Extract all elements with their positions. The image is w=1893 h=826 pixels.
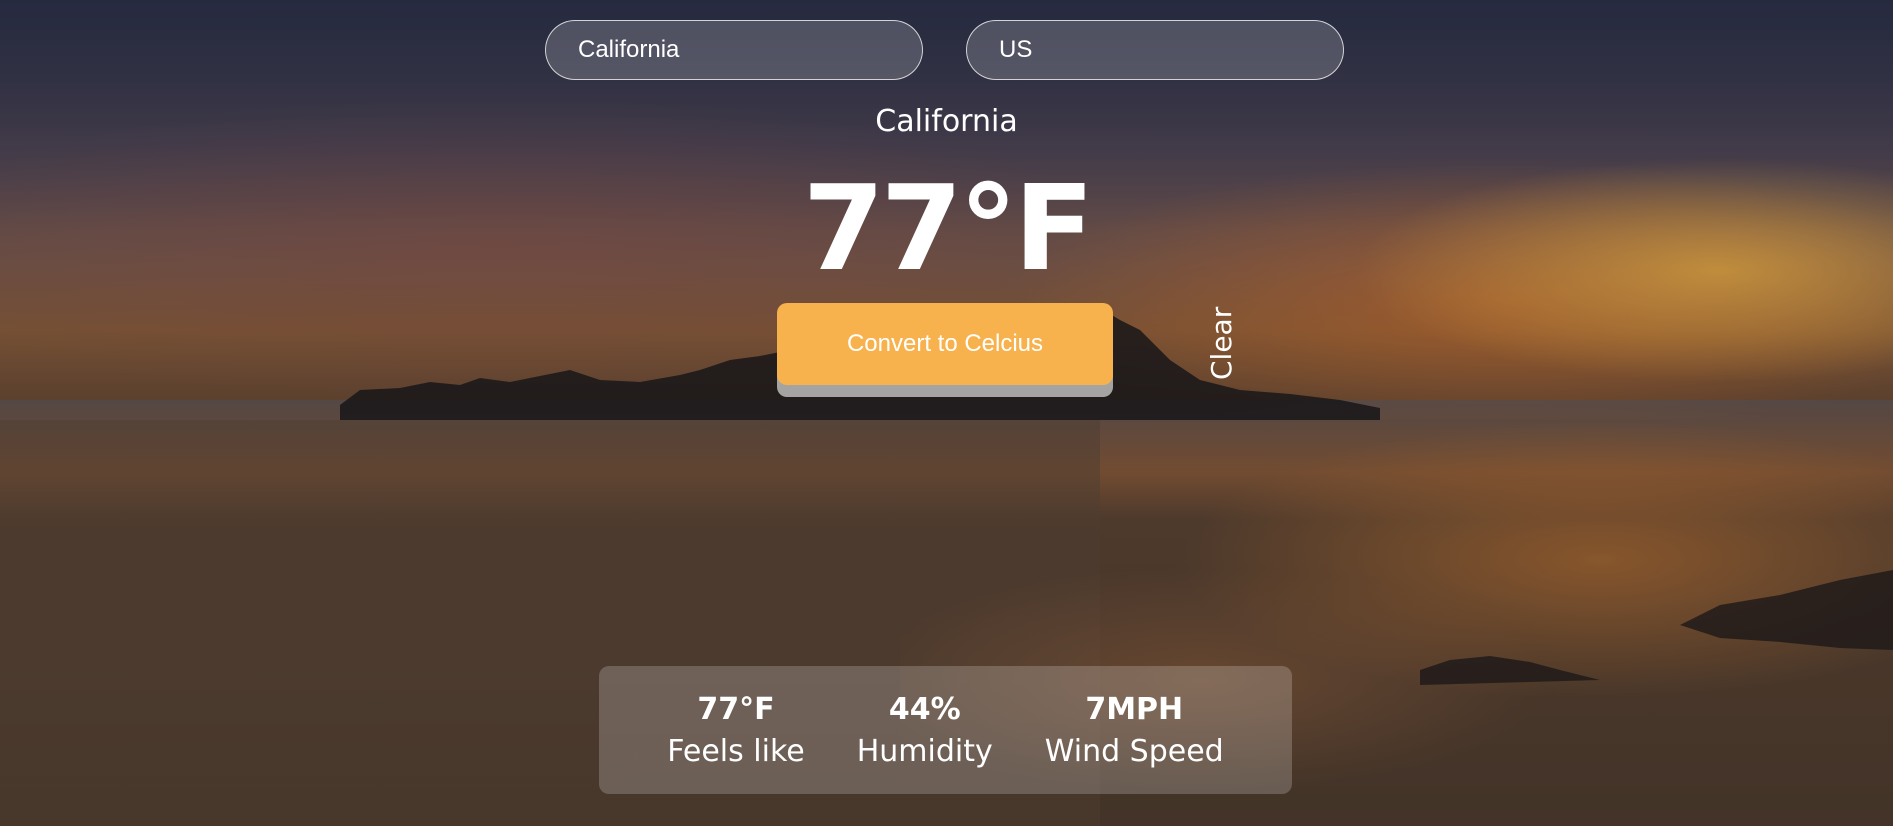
clear-button[interactable]: Clear bbox=[1205, 300, 1239, 380]
weather-app: California 77°F Convert to Celcius Clear… bbox=[0, 0, 1893, 826]
background-sea bbox=[0, 400, 1893, 520]
country-input[interactable] bbox=[966, 20, 1344, 80]
feels-like-value: 77°F bbox=[697, 692, 775, 727]
wind-speed-value: 7MPH bbox=[1085, 692, 1184, 727]
humidity-label: Humidity bbox=[856, 734, 993, 769]
background-rocks-right bbox=[1420, 570, 1893, 685]
feels-like-stat: 77°F Feels like bbox=[667, 690, 804, 774]
feels-like-label: Feels like bbox=[667, 734, 805, 769]
humidity-value: 44% bbox=[888, 692, 961, 727]
city-name: California bbox=[875, 104, 1018, 139]
humidity-stat: 44% Humidity bbox=[857, 690, 993, 774]
city-input[interactable] bbox=[545, 20, 923, 80]
temperature-display: 77°F bbox=[802, 159, 1095, 297]
wind-speed-label: Wind Speed bbox=[1044, 734, 1224, 769]
weather-stats-panel: 77°F Feels like 44% Humidity 7MPH Wind S… bbox=[599, 666, 1292, 794]
convert-to-celsius-button[interactable]: Convert to Celcius bbox=[777, 303, 1113, 385]
wind-speed-stat: 7MPH Wind Speed bbox=[1045, 690, 1224, 774]
